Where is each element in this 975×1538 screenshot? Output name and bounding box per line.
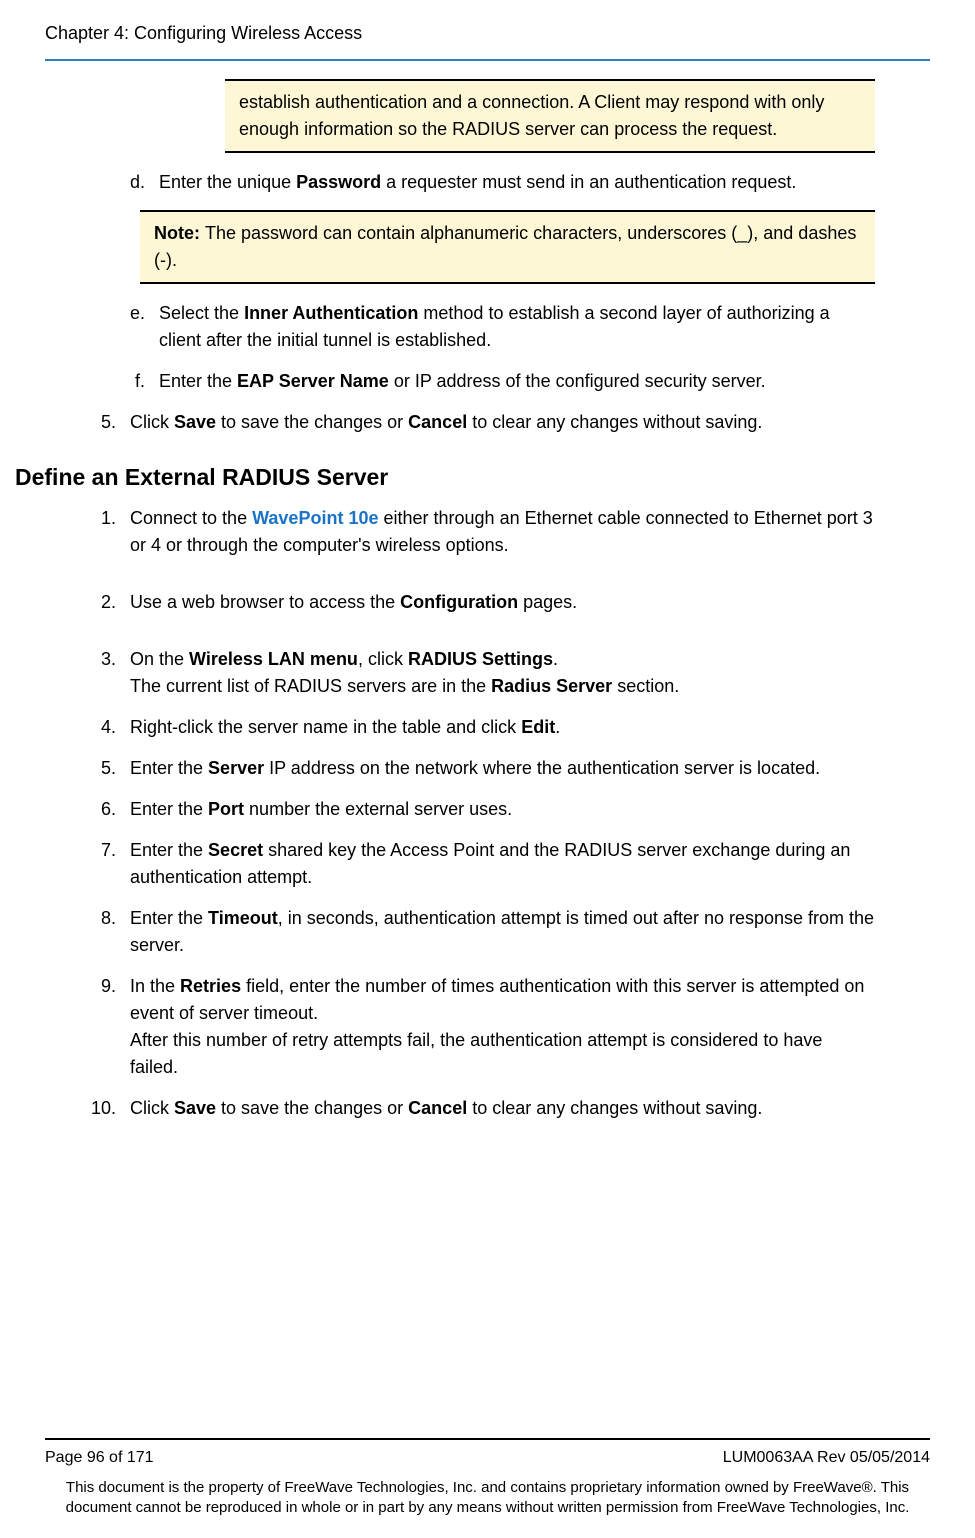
- text: Select the: [159, 303, 244, 323]
- text: to save the changes or: [216, 412, 408, 432]
- text: The current list of RADIUS servers are i…: [130, 676, 491, 696]
- text: Enter the: [130, 799, 208, 819]
- text: to clear any changes without saving.: [467, 1098, 762, 1118]
- bold-term: Save: [174, 412, 216, 432]
- text: pages.: [518, 592, 577, 612]
- footer-rule: [45, 1438, 930, 1440]
- list-marker: 8.: [60, 905, 130, 959]
- bold-term: Cancel: [408, 412, 467, 432]
- text: field, enter the number of times authent…: [130, 976, 864, 1023]
- ext-step-9: 9. In the Retries field, enter the numbe…: [60, 973, 875, 1081]
- text: Enter the: [130, 840, 208, 860]
- ext-step-10: 10. Click Save to save the changes or Ca…: [60, 1095, 875, 1122]
- bold-term: Retries: [180, 976, 241, 996]
- password-note: Note: The password can contain alphanume…: [140, 210, 875, 284]
- substep-e: e. Select the Inner Authentication metho…: [117, 300, 875, 354]
- text: to save the changes or: [216, 1098, 408, 1118]
- text: Click: [130, 1098, 174, 1118]
- text: or IP address of the configured security…: [389, 371, 766, 391]
- ext-step-1: 1. Connect to the WavePoint 10e either t…: [60, 505, 875, 559]
- bold-term: Port: [208, 799, 244, 819]
- text: , click: [358, 649, 408, 669]
- bold-term: Configuration: [400, 592, 518, 612]
- text: Enter the: [159, 371, 237, 391]
- text: Enter the unique: [159, 172, 296, 192]
- ext-step-7: 7. Enter the Secret shared key the Acces…: [60, 837, 875, 891]
- step-5: 5. Click Save to save the changes or Can…: [60, 409, 875, 436]
- text: Enter the: [130, 758, 208, 778]
- text: Right-click the server name in the table…: [130, 717, 521, 737]
- bold-term: EAP Server Name: [237, 371, 389, 391]
- header-rule: [45, 59, 930, 61]
- ext-step-2: 2. Use a web browser to access the Confi…: [60, 589, 875, 616]
- continuation-note: establish authentication and a connectio…: [225, 79, 875, 153]
- list-marker: 1.: [60, 505, 130, 559]
- text: In the: [130, 976, 180, 996]
- list-marker: 10.: [60, 1095, 130, 1122]
- text: Enter the: [130, 908, 208, 928]
- ext-step-5: 5. Enter the Server IP address on the ne…: [60, 755, 875, 782]
- list-marker: 5.: [60, 755, 130, 782]
- list-marker: f.: [117, 368, 159, 395]
- text: .: [553, 649, 558, 669]
- substep-f: f. Enter the EAP Server Name or IP addre…: [117, 368, 875, 395]
- list-marker: 5.: [60, 409, 130, 436]
- text: a requester must send in an authenticati…: [381, 172, 796, 192]
- text: .: [555, 717, 560, 737]
- ext-step-3: 3. On the Wireless LAN menu, click RADIU…: [60, 646, 875, 700]
- bold-term: Wireless LAN menu: [189, 649, 358, 669]
- substep-d: d. Enter the unique Password a requester…: [117, 169, 875, 196]
- chapter-header: Chapter 4: Configuring Wireless Access: [45, 20, 930, 53]
- section-title: Define an External RADIUS Server: [15, 460, 930, 495]
- bold-term: RADIUS Settings: [408, 649, 553, 669]
- wavepoint-link[interactable]: WavePoint 10e: [252, 508, 378, 528]
- note-label: Note:: [154, 223, 205, 243]
- substeps-letter-list: e. Select the Inner Authentication metho…: [117, 300, 875, 395]
- bold-term: Password: [296, 172, 381, 192]
- ext-step-8: 8. Enter the Timeout, in seconds, authen…: [60, 905, 875, 959]
- legal-notice: This document is the property of FreeWav…: [45, 1478, 930, 1519]
- substeps-letter-list: d. Enter the unique Password a requester…: [117, 169, 875, 196]
- list-marker: e.: [117, 300, 159, 354]
- text: On the: [130, 649, 189, 669]
- bold-term: Cancel: [408, 1098, 467, 1118]
- list-marker: d.: [117, 169, 159, 196]
- bold-term: Save: [174, 1098, 216, 1118]
- text: number the external server uses.: [244, 799, 512, 819]
- list-marker: 4.: [60, 714, 130, 741]
- ext-step-6: 6. Enter the Port number the external se…: [60, 796, 875, 823]
- text: IP address on the network where the auth…: [264, 758, 820, 778]
- page-footer: Page 96 of 171 LUM0063AA Rev 05/05/2014 …: [45, 1438, 930, 1519]
- bold-term: Server: [208, 758, 264, 778]
- list-marker: 6.: [60, 796, 130, 823]
- external-radius-steps: 1. Connect to the WavePoint 10e either t…: [60, 505, 875, 1122]
- list-marker: 7.: [60, 837, 130, 891]
- note-text: The password can contain alphanumeric ch…: [154, 223, 856, 270]
- note-text: establish authentication and a connectio…: [239, 92, 824, 139]
- ext-step-4: 4. Right-click the server name in the ta…: [60, 714, 875, 741]
- bold-term: Radius Server: [491, 676, 612, 696]
- text: After this number of retry attempts fail…: [130, 1030, 822, 1077]
- bold-term: Edit: [521, 717, 555, 737]
- doc-reference: LUM0063AA Rev 05/05/2014: [723, 1446, 930, 1470]
- text: Connect to the: [130, 508, 252, 528]
- bold-term: Inner Authentication: [244, 303, 418, 323]
- page-number: Page 96 of 171: [45, 1446, 154, 1470]
- steps-list: 5. Click Save to save the changes or Can…: [60, 409, 875, 436]
- text: section.: [612, 676, 679, 696]
- bold-term: Secret: [208, 840, 263, 860]
- text: Use a web browser to access the: [130, 592, 400, 612]
- list-marker: 9.: [60, 973, 130, 1081]
- list-marker: 3.: [60, 646, 130, 700]
- text: Click: [130, 412, 174, 432]
- text: to clear any changes without saving.: [467, 412, 762, 432]
- bold-term: Timeout: [208, 908, 278, 928]
- list-marker: 2.: [60, 589, 130, 616]
